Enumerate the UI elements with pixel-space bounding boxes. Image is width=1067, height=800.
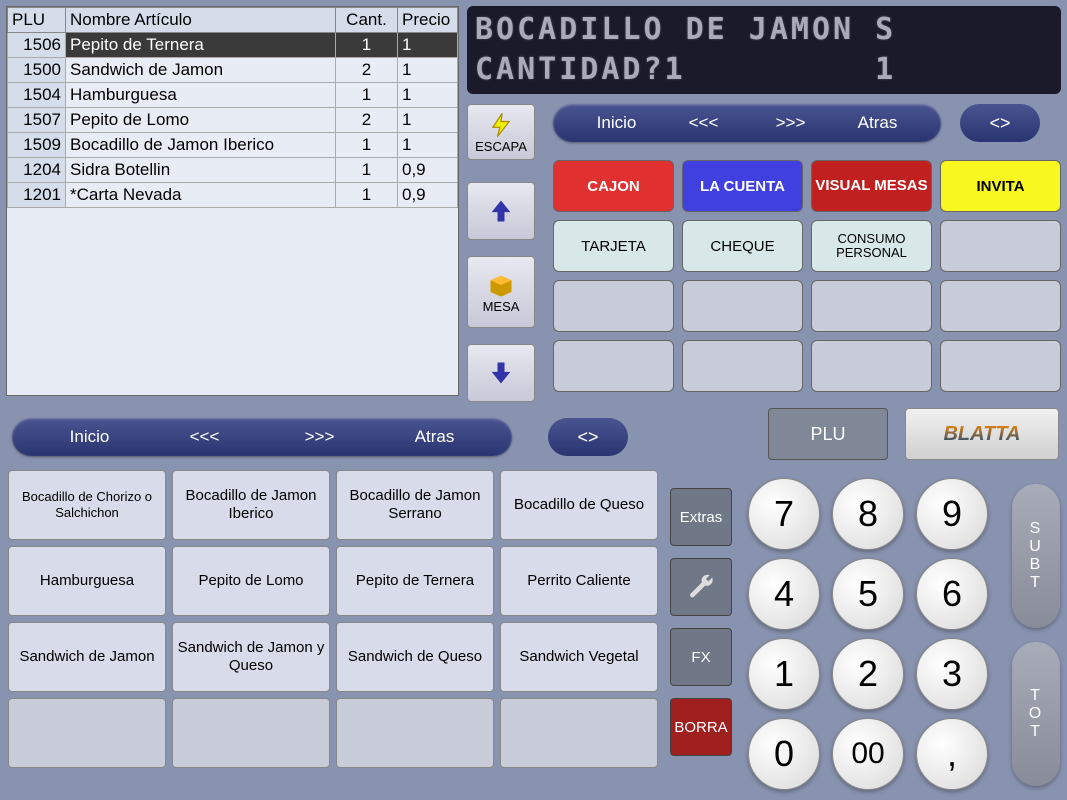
scroll-up-button[interactable] xyxy=(467,182,535,240)
led-display: BOCADILLO DE JAMON S CANTIDAD?1 1 xyxy=(467,6,1061,94)
action-empty[interactable] xyxy=(811,340,932,392)
key-5[interactable]: 5 xyxy=(832,558,904,630)
cheque-button[interactable]: CHEQUE xyxy=(682,220,803,272)
order-table: PLU Nombre Artículo Cant. Precio 1506Pep… xyxy=(6,6,459,396)
table-row[interactable]: 1500Sandwich de Jamon21 xyxy=(8,58,458,83)
display-line-2: CANTIDAD?1 1 xyxy=(475,50,1053,90)
box-icon xyxy=(487,271,515,299)
action-empty[interactable] xyxy=(553,280,674,332)
cuenta-button[interactable]: LA CUENTA xyxy=(682,160,803,212)
table-row[interactable]: 1201*Carta Nevada10,9 xyxy=(8,183,458,208)
product-button[interactable]: Pepito de Lomo xyxy=(172,546,330,616)
action-empty[interactable] xyxy=(553,340,674,392)
product-button[interactable]: Perrito Caliente xyxy=(500,546,658,616)
bottom-nav-pill: Inicio <<< >>> Atras xyxy=(12,418,512,456)
nav-inicio[interactable]: Inicio xyxy=(32,427,147,447)
key-comma[interactable]: , xyxy=(916,718,988,790)
product-empty[interactable] xyxy=(336,698,494,768)
key-3[interactable]: 3 xyxy=(916,638,988,710)
nav-atras[interactable]: Atras xyxy=(834,113,921,133)
key-1[interactable]: 1 xyxy=(748,638,820,710)
escapa-button[interactable]: ESCAPA xyxy=(467,104,535,160)
product-button[interactable]: Sandwich de Jamon xyxy=(8,622,166,692)
table-row[interactable]: 1509Bocadillo de Jamon Iberico11 xyxy=(8,133,458,158)
nav-next[interactable]: >>> xyxy=(747,113,834,133)
key-9[interactable]: 9 xyxy=(916,478,988,550)
product-grid: Bocadillo de Chorizo o SalchichonBocadil… xyxy=(8,470,658,774)
key-6[interactable]: 6 xyxy=(916,558,988,630)
key-00[interactable]: 00 xyxy=(832,718,904,790)
action-empty[interactable] xyxy=(940,340,1061,392)
visual-mesas-button[interactable]: VISUAL MESAS xyxy=(811,160,932,212)
lightning-icon xyxy=(487,111,515,139)
key-8[interactable]: 8 xyxy=(832,478,904,550)
cajon-button[interactable]: CAJON xyxy=(553,160,674,212)
action-empty[interactable] xyxy=(940,280,1061,332)
scroll-down-button[interactable] xyxy=(467,344,535,402)
product-button[interactable]: Pepito de Ternera xyxy=(336,546,494,616)
mesa-button[interactable]: MESA xyxy=(467,256,535,328)
table-row[interactable]: 1506Pepito de Ternera11 xyxy=(8,33,458,58)
tot-button[interactable]: TOT xyxy=(1012,642,1060,786)
action-empty[interactable] xyxy=(940,220,1061,272)
product-button[interactable]: Sandwich Vegetal xyxy=(500,622,658,692)
borra-button[interactable]: BORRA xyxy=(670,698,732,756)
product-button[interactable]: Hamburguesa xyxy=(8,546,166,616)
settings-button[interactable] xyxy=(670,558,732,616)
invita-button[interactable]: INVITA xyxy=(940,160,1061,212)
product-button[interactable]: Bocadillo de Chorizo o Salchichon xyxy=(8,470,166,540)
nav-inicio[interactable]: Inicio xyxy=(573,113,660,133)
fx-button[interactable]: FX xyxy=(670,628,732,686)
wrench-icon xyxy=(687,573,715,601)
display-line-1: BOCADILLO DE JAMON S xyxy=(475,10,1053,50)
nav-swap[interactable]: <> xyxy=(548,418,628,456)
product-button[interactable]: Bocadillo de Jamon Serrano xyxy=(336,470,494,540)
action-empty[interactable] xyxy=(682,280,803,332)
nav-next[interactable]: >>> xyxy=(262,427,377,447)
subt-button[interactable]: SUBT xyxy=(1012,484,1060,628)
product-button[interactable]: Bocadillo de Jamon Iberico xyxy=(172,470,330,540)
consumo-button[interactable]: CONSUMO PERSONAL xyxy=(811,220,932,272)
nav-swap[interactable]: <> xyxy=(960,104,1040,142)
product-button[interactable]: Sandwich de Queso xyxy=(336,622,494,692)
extras-button[interactable]: Extras xyxy=(670,488,732,546)
action-empty[interactable] xyxy=(811,280,932,332)
nav-prev[interactable]: <<< xyxy=(147,427,262,447)
product-empty[interactable] xyxy=(500,698,658,768)
side-column: Extras FX BORRA xyxy=(670,488,732,768)
product-button[interactable]: Bocadillo de Queso xyxy=(500,470,658,540)
arrow-up-icon xyxy=(487,197,515,225)
nav-atras[interactable]: Atras xyxy=(377,427,492,447)
product-button[interactable]: Sandwich de Jamon y Queso xyxy=(172,622,330,692)
product-empty[interactable] xyxy=(8,698,166,768)
tarjeta-button[interactable]: TARJETA xyxy=(553,220,674,272)
table-row[interactable]: 1504Hamburguesa11 xyxy=(8,83,458,108)
action-grid: CAJON LA CUENTA VISUAL MESAS INVITA TARJ… xyxy=(553,160,1061,400)
key-2[interactable]: 2 xyxy=(832,638,904,710)
logo: BLATTA xyxy=(905,408,1059,460)
table-row[interactable]: 1204Sidra Botellin10,9 xyxy=(8,158,458,183)
table-row[interactable]: 1507Pepito de Lomo21 xyxy=(8,108,458,133)
key-4[interactable]: 4 xyxy=(748,558,820,630)
action-empty[interactable] xyxy=(682,340,803,392)
arrow-down-icon xyxy=(487,359,515,387)
plu-button[interactable]: PLU xyxy=(768,408,888,460)
nav-prev[interactable]: <<< xyxy=(660,113,747,133)
top-nav-pill: Inicio <<< >>> Atras xyxy=(553,104,941,142)
product-empty[interactable] xyxy=(172,698,330,768)
table-header: PLU Nombre Artículo Cant. Precio xyxy=(8,8,458,33)
key-0[interactable]: 0 xyxy=(748,718,820,790)
key-7[interactable]: 7 xyxy=(748,478,820,550)
